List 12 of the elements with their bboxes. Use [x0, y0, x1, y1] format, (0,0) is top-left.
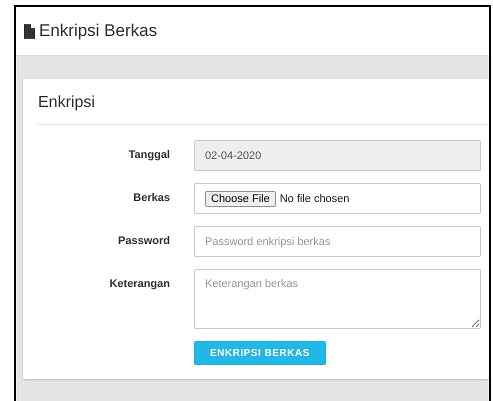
- field-label: Berkas: [132, 191, 170, 204]
- file-field[interactable]: Choose File No file chosen: [194, 183, 481, 214]
- password-field[interactable]: Password enkripsi berkas: [194, 226, 481, 257]
- field-label: Keterangan: [108, 277, 170, 290]
- card-title: Enkripsi: [38, 79, 489, 125]
- choose-file-button[interactable]: Choose File: [205, 190, 276, 206]
- field-label: Password: [117, 234, 170, 247]
- page-title: Enkripsi Berkas: [39, 21, 158, 41]
- file-icon: [24, 24, 35, 38]
- file-status: No file chosen: [280, 192, 350, 204]
- field-label: Tanggal: [128, 148, 170, 161]
- description-field[interactable]: Keterangan berkas: [194, 269, 481, 329]
